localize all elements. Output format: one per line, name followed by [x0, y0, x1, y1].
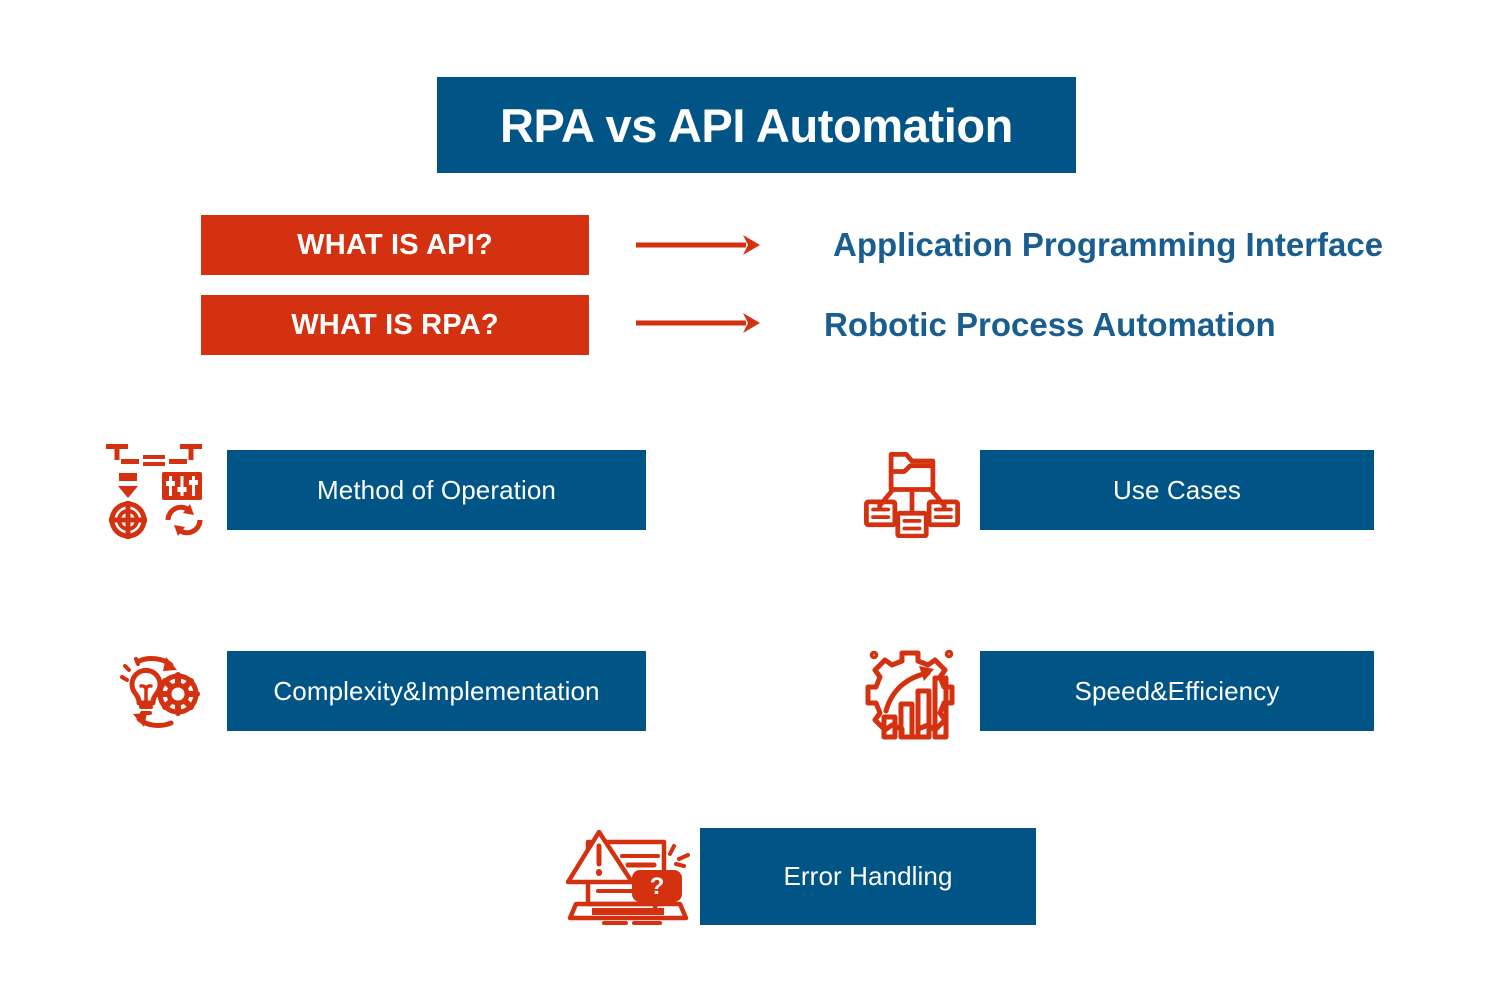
- definition-question-rpa: WHAT IS RPA?: [291, 308, 499, 341]
- feature-label-speed-efficiency: Speed&Efficiency: [1074, 675, 1280, 706]
- arrow-right-icon: [636, 313, 760, 333]
- feature-box-speed-efficiency[interactable]: Speed&Efficiency: [980, 651, 1374, 731]
- gear-bar-chart-growth-icon: [865, 649, 955, 740]
- slide-canvas: RPA vs API Automation WHAT IS API? Appli…: [0, 0, 1500, 1000]
- arrow-right-icon: [636, 235, 760, 255]
- laptop-warning-question-icon: ?: [566, 829, 690, 925]
- definition-chip-api[interactable]: WHAT IS API?: [201, 215, 589, 275]
- definition-chip-rpa[interactable]: WHAT IS RPA?: [201, 295, 589, 355]
- page-title: RPA vs API Automation: [500, 98, 1013, 152]
- feature-label-use-cases: Use Cases: [1112, 474, 1242, 505]
- slide-title-banner: RPA vs API Automation: [437, 77, 1076, 173]
- feature-label-complexity-implementation: Complexity&Implementation: [273, 675, 600, 706]
- folder-hierarchy-icon: [864, 452, 960, 538]
- question-mark-glyph: ?: [650, 873, 665, 900]
- feature-label-error-handling: Error Handling: [783, 861, 953, 891]
- feature-box-use-cases[interactable]: Use Cases: [980, 450, 1374, 530]
- feature-box-error-handling[interactable]: Error Handling: [700, 828, 1036, 925]
- feature-box-complexity-implementation[interactable]: Complexity&Implementation: [227, 651, 646, 731]
- lightbulb-gear-cycle-icon: [120, 656, 200, 728]
- process-controls-icon: [106, 444, 203, 539]
- feature-box-method-of-operation[interactable]: Method of Operation: [227, 450, 646, 530]
- definition-question-api: WHAT IS API?: [297, 228, 493, 261]
- feature-label-method-of-operation: Method of Operation: [317, 474, 556, 505]
- definition-answer-rpa: Robotic Process Automation: [824, 306, 1276, 343]
- definition-answer-api: Application Programming Interface: [833, 226, 1384, 263]
